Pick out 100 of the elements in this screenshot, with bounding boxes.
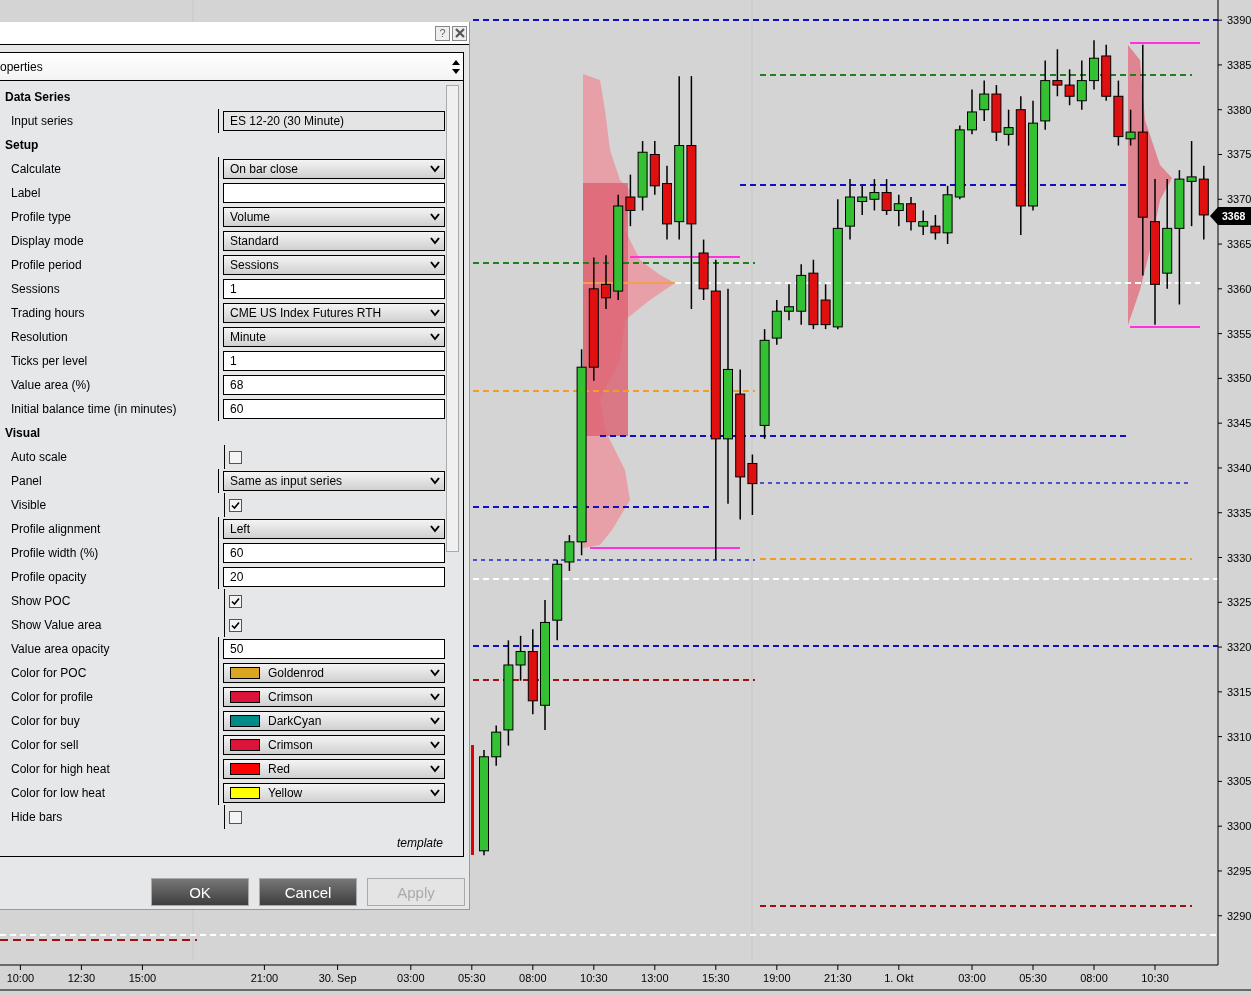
property-label: Resolution	[10, 330, 69, 344]
candlestick	[967, 88, 977, 136]
property-label: Profile alignment	[10, 522, 102, 536]
input-field[interactable]: 68	[223, 375, 445, 395]
template-link[interactable]: template	[396, 836, 443, 850]
checkbox[interactable]	[229, 450, 242, 464]
candlestick	[906, 196, 916, 232]
property-label: Hide bars	[10, 810, 64, 824]
close-button[interactable]	[452, 25, 467, 41]
dropdown[interactable]: Minute	[223, 327, 445, 347]
chevron-icon	[430, 309, 440, 317]
chevron-icon	[430, 765, 440, 773]
property-label: Profile opacity	[10, 570, 88, 584]
time-label: 03:00	[397, 972, 425, 984]
chevron-icon	[430, 693, 440, 701]
time-label: 10:30	[1141, 972, 1169, 984]
help-button[interactable]: ?	[435, 25, 450, 41]
input-field[interactable]: 20	[223, 567, 445, 587]
property-label: Color for low heat	[10, 786, 107, 800]
property-label: Show POC	[10, 594, 72, 608]
time-label: 10:00	[6, 972, 35, 984]
dialog-button[interactable]: Cancel	[259, 878, 357, 906]
property-label: Profile width (%)	[10, 546, 100, 560]
color-dropdown[interactable]: Red	[223, 759, 445, 779]
property-label: Auto scale	[10, 450, 69, 464]
dropdown[interactable]: Sessions	[223, 255, 445, 275]
input-field[interactable]: 60	[223, 399, 445, 419]
price-label: 3315	[1227, 685, 1251, 698]
checkbox[interactable]	[229, 618, 242, 632]
input-field[interactable]: 1	[223, 351, 445, 371]
candlestick	[637, 140, 648, 212]
properties-tab[interactable]: operties	[0, 59, 43, 74]
price-label: 3345	[1227, 417, 1251, 430]
time-label: 05:30	[1019, 972, 1047, 984]
checkbox[interactable]	[229, 498, 242, 512]
scrollbar[interactable]	[446, 85, 459, 552]
input-field[interactable]	[223, 183, 445, 203]
time-label: 13:00	[641, 972, 669, 984]
candlestick	[893, 194, 904, 227]
dropdown[interactable]: CME US Index Futures RTH	[223, 303, 445, 323]
chevron-icon	[430, 165, 440, 173]
price-label: 3295	[1227, 864, 1251, 877]
time-label: 10:30	[580, 972, 608, 984]
price-label: 3360	[1227, 282, 1251, 295]
dropdown[interactable]: On bar close	[223, 159, 445, 179]
price-label: 3385	[1227, 58, 1251, 71]
input-field[interactable]: 50	[223, 639, 445, 659]
property-label: Show Value area	[10, 618, 103, 632]
dropdown[interactable]: Standard	[223, 231, 445, 251]
property-label: Visible	[10, 498, 48, 512]
chevron-icon	[430, 237, 440, 245]
dropdown[interactable]: Volume	[223, 207, 445, 227]
checkbox[interactable]	[229, 594, 242, 608]
property-label: Profile period	[10, 258, 83, 272]
time-label: 08:00	[1080, 972, 1108, 984]
property-label: Sessions	[10, 282, 61, 296]
price-label: 3365	[1227, 238, 1251, 251]
dialog-button[interactable]: OK	[151, 878, 249, 906]
chevron-icon	[430, 717, 440, 725]
chevron-icon	[430, 261, 440, 269]
chevron-icon	[430, 525, 440, 533]
chevron-icon	[430, 477, 440, 485]
candlestick	[881, 178, 892, 216]
scroll-up-icon[interactable]	[452, 59, 460, 65]
price-label: 3300	[1227, 820, 1251, 833]
price-label: 3340	[1227, 461, 1251, 474]
time-label: 21:00	[250, 972, 279, 984]
color-dropdown[interactable]: Goldenrod	[223, 663, 445, 683]
category-header: Data Series	[4, 89, 72, 106]
property-label: Initial balance time (in minutes)	[10, 402, 178, 416]
price-label: 3375	[1227, 148, 1251, 161]
time-label: 15:00	[128, 972, 157, 984]
candlestick	[601, 254, 611, 310]
dropdown[interactable]: Same as input series	[223, 471, 445, 491]
property-label: Color for POC	[10, 666, 88, 680]
input-field[interactable]: 1	[223, 279, 445, 299]
candlestick	[979, 79, 990, 122]
color-dropdown[interactable]: Crimson	[223, 687, 445, 707]
input-series-field[interactable]: ES 12-20 (30 Minute)	[223, 111, 445, 131]
checkbox[interactable]	[229, 810, 242, 824]
price-label: 3390	[1227, 14, 1251, 27]
price-label: 3330	[1227, 551, 1251, 564]
color-dropdown[interactable]: Yellow	[223, 783, 445, 803]
color-dropdown[interactable]: Crimson	[223, 735, 445, 755]
time-label: 08:00	[519, 972, 547, 984]
candlestick	[845, 178, 855, 241]
scroll-down-icon[interactable]	[452, 68, 460, 74]
dropdown[interactable]: Left	[223, 519, 445, 539]
candlestick	[857, 185, 868, 216]
color-dropdown[interactable]: DarkCyan	[223, 711, 445, 731]
property-label: Trading hours	[10, 306, 86, 320]
price-marker: 3368	[1210, 207, 1251, 225]
property-label: Label	[10, 186, 42, 200]
input-field[interactable]: 60	[223, 543, 445, 563]
candlestick	[1089, 39, 1099, 91]
time-label: 05:30	[458, 972, 486, 984]
candlestick	[1101, 44, 1112, 102]
property-label: Value area (%)	[10, 378, 92, 392]
price-label: 3335	[1227, 506, 1251, 519]
price-label: 3370	[1227, 193, 1251, 206]
